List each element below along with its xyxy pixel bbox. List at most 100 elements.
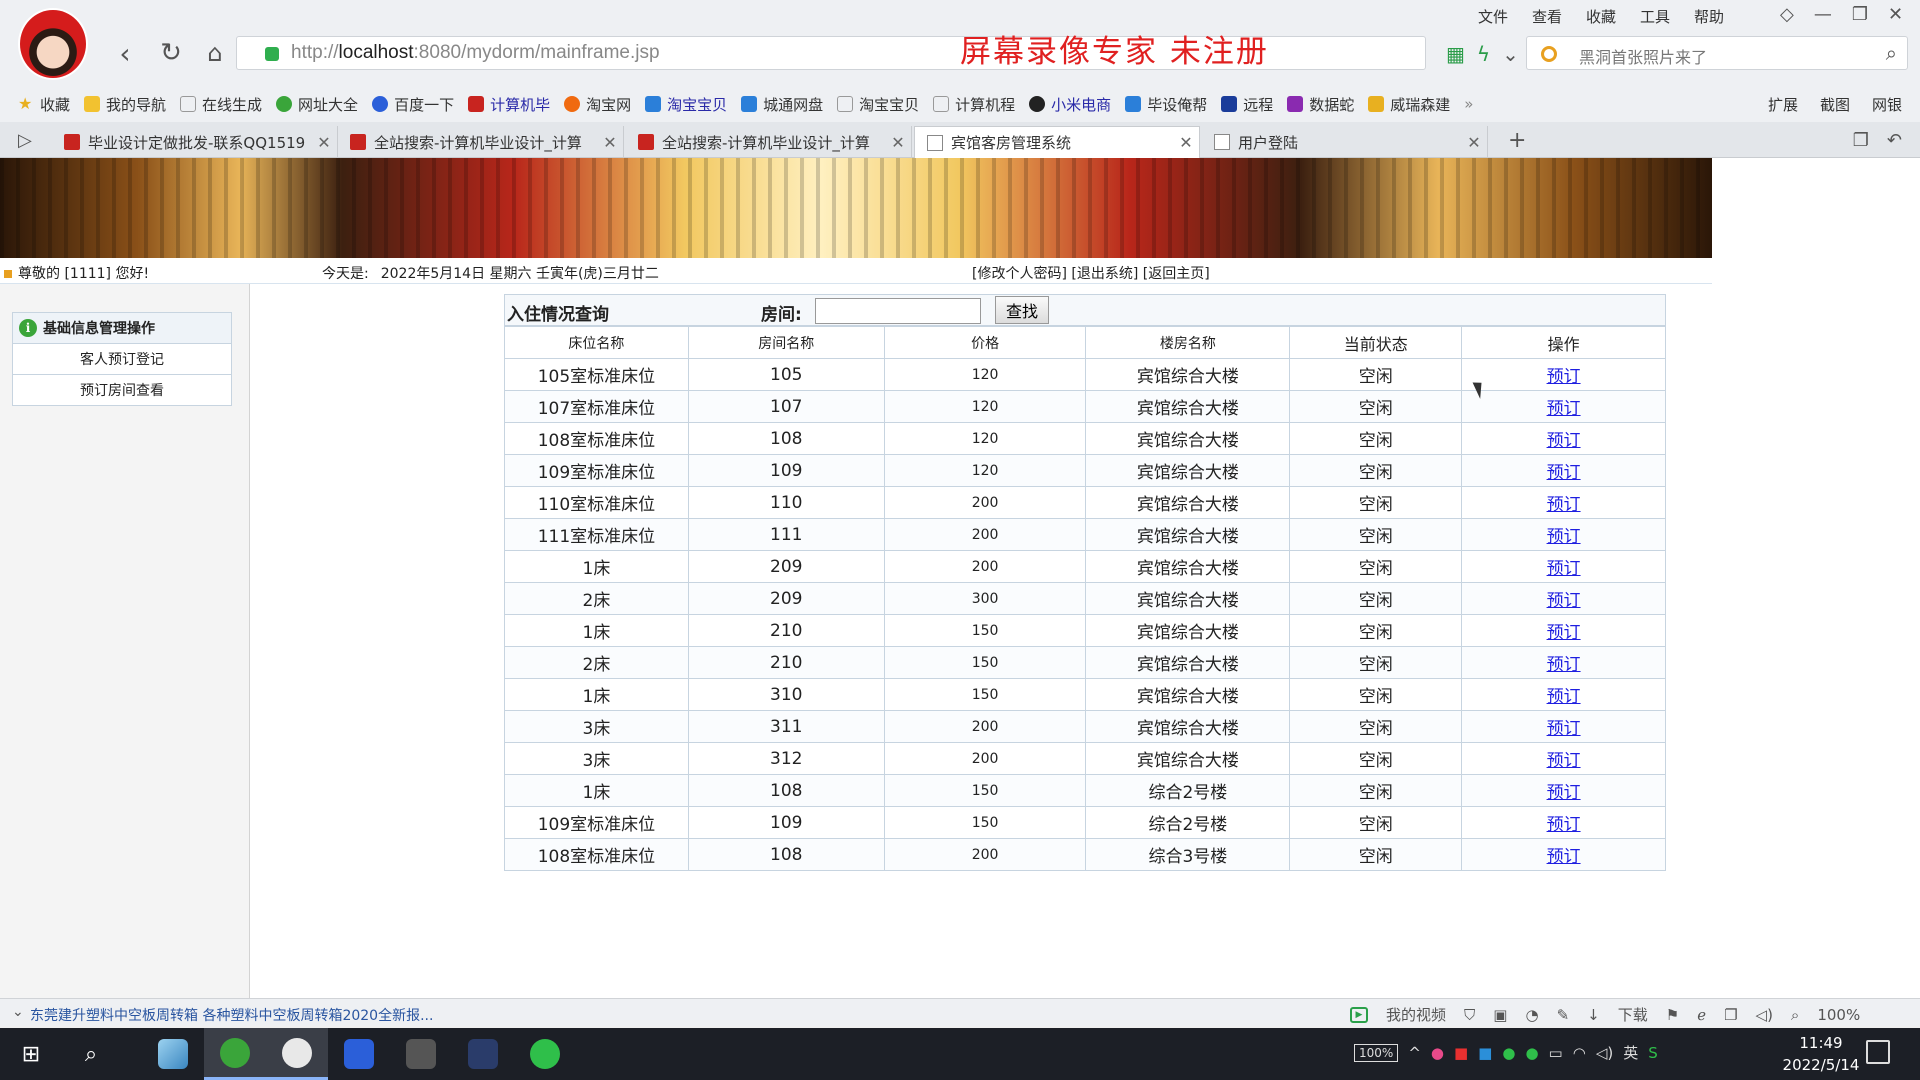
taskbar-app-tools[interactable]: [390, 1028, 452, 1080]
book-cell[interactable]: 预订: [1461, 614, 1666, 647]
extensions-button[interactable]: 扩展: [1768, 94, 1798, 115]
book-cell[interactable]: 预订: [1461, 550, 1666, 583]
search-input[interactable]: 黑洞首张照片来了: [1579, 44, 1707, 68]
refresh-icon[interactable]: ↻: [154, 36, 188, 70]
tab-close-icon[interactable]: ✕: [311, 133, 337, 152]
tab-close-icon[interactable]: ✕: [1173, 133, 1199, 152]
pin-icon[interactable]: ✎: [1557, 1006, 1570, 1024]
window-icon[interactable]: ❐: [1724, 1006, 1737, 1024]
screenshot-button[interactable]: 截图: [1820, 94, 1850, 115]
book-cell[interactable]: 预订: [1461, 518, 1666, 551]
battery-indicator[interactable]: 100%: [1354, 1043, 1399, 1062]
wechat-tray-icon[interactable]: ●: [1502, 1044, 1515, 1062]
clock[interactable]: 11:49 2022/5/14: [1766, 1032, 1876, 1076]
search-button[interactable]: 查找: [995, 296, 1049, 324]
book-link[interactable]: 预订: [1547, 847, 1581, 867]
url-text[interactable]: http://localhost:8080/mydorm/mainframe.j…: [291, 42, 660, 64]
zoom-level[interactable]: 100%: [1817, 1006, 1860, 1024]
bookmark-item[interactable]: 淘宝宝贝: [837, 94, 919, 115]
menu-help[interactable]: 帮助: [1682, 6, 1736, 27]
tab-1[interactable]: 毕业设计定做批发-联系QQ1519 ✕: [52, 126, 338, 158]
search-icon[interactable]: ⌕: [1886, 41, 1897, 65]
book-cell[interactable]: 预订: [1461, 390, 1666, 423]
book-cell[interactable]: 预订: [1461, 646, 1666, 679]
bookmark-item[interactable]: 淘宝网: [564, 94, 631, 115]
input-method[interactable]: 英: [1623, 1042, 1638, 1063]
back-icon[interactable]: ‹: [108, 36, 142, 70]
book-cell[interactable]: 预订: [1461, 582, 1666, 615]
book-cell[interactable]: 预订: [1461, 742, 1666, 775]
close-icon[interactable]: ✕: [1888, 4, 1903, 25]
download-icon[interactable]: ↓: [1587, 1006, 1600, 1024]
qr-icon[interactable]: ▦: [1446, 42, 1465, 66]
room-search-input[interactable]: [815, 298, 981, 324]
maximize-icon[interactable]: ❐: [1852, 4, 1868, 25]
bookmark-item[interactable]: 计算机毕: [468, 94, 550, 115]
book-link[interactable]: 预订: [1547, 719, 1581, 739]
speed-icon[interactable]: ◔: [1525, 1006, 1538, 1024]
ad-link[interactable]: 东莞建升塑料中空板周转箱 各种塑料中空板周转箱2020全新报...: [30, 1005, 433, 1025]
wechat-tray-icon[interactable]: ●: [1525, 1044, 1538, 1062]
book-cell[interactable]: 预订: [1461, 710, 1666, 743]
image-icon[interactable]: ▣: [1493, 1006, 1507, 1024]
bookmark-item[interactable]: 远程: [1221, 94, 1273, 115]
power-icon[interactable]: ▭: [1549, 1044, 1563, 1062]
bookmark-item[interactable]: 小米电商: [1029, 94, 1111, 115]
search-taskbar-button[interactable]: ⌕: [60, 1028, 122, 1080]
tab-4-active[interactable]: 宾馆客房管理系统 ✕: [914, 126, 1200, 158]
banking-button[interactable]: 网银: [1872, 94, 1902, 115]
notification-icon[interactable]: [1866, 1040, 1890, 1064]
account-links[interactable]: [修改个人密码] [退出系统] [返回主页]: [972, 263, 1210, 283]
bookmark-item[interactable]: 数据蛇: [1287, 94, 1354, 115]
home-icon[interactable]: ⌂: [198, 36, 232, 70]
bookmark-item[interactable]: 我的导航: [84, 94, 166, 115]
menu-favorites[interactable]: 收藏: [1574, 6, 1628, 27]
chevron-up-icon[interactable]: ^: [1408, 1044, 1421, 1062]
book-link[interactable]: 预订: [1547, 399, 1581, 419]
book-cell[interactable]: 预订: [1461, 806, 1666, 839]
tab-close-icon[interactable]: ✕: [597, 133, 623, 152]
ime-app-icon[interactable]: S: [1648, 1044, 1658, 1062]
book-link[interactable]: 预订: [1547, 463, 1581, 483]
bookmark-item[interactable]: 计算机程: [933, 94, 1015, 115]
zoom-icon[interactable]: ⌕: [1791, 1006, 1799, 1024]
wifi-icon[interactable]: ◠: [1573, 1044, 1586, 1062]
bookmark-item[interactable]: 网址大全: [276, 94, 358, 115]
book-link[interactable]: 预订: [1547, 367, 1581, 387]
book-link[interactable]: 预订: [1547, 623, 1581, 643]
tray-app-icon[interactable]: ●: [1431, 1044, 1444, 1062]
book-cell[interactable]: 预订: [1461, 358, 1666, 391]
book-link[interactable]: 预订: [1547, 431, 1581, 451]
tab-3[interactable]: 全站搜索-计算机毕业设计_计算 ✕: [626, 126, 912, 158]
skin-icon[interactable]: ◇: [1780, 4, 1794, 25]
book-cell[interactable]: 预订: [1461, 422, 1666, 455]
book-cell[interactable]: 预订: [1461, 678, 1666, 711]
book-link[interactable]: 预订: [1547, 591, 1581, 611]
bookmark-favorites[interactable]: ★ 收藏: [18, 94, 70, 115]
search-box[interactable]: 黑洞首张照片来了 ⌕: [1526, 36, 1908, 70]
tab-close-icon[interactable]: ✕: [1461, 133, 1487, 152]
taskbar-app-browser[interactable]: [204, 1028, 266, 1080]
book-cell[interactable]: 预订: [1461, 486, 1666, 519]
bookmark-item[interactable]: 在线生成: [180, 94, 262, 115]
book-cell[interactable]: 预订: [1461, 454, 1666, 487]
chevron-down-icon[interactable]: ⌄: [12, 1004, 24, 1020]
book-link[interactable]: 预订: [1547, 687, 1581, 707]
menu-file[interactable]: 文件: [1466, 6, 1520, 27]
new-tab-icon[interactable]: +: [1508, 128, 1526, 153]
speaker-icon[interactable]: ◁): [1596, 1044, 1613, 1062]
taskbar-app-wechat[interactable]: [514, 1028, 576, 1080]
download-button[interactable]: 下载: [1618, 1004, 1648, 1025]
taskbar-app-editor[interactable]: [452, 1028, 514, 1080]
bookmark-item[interactable]: 毕设俺帮: [1125, 94, 1207, 115]
book-link[interactable]: 预订: [1547, 527, 1581, 547]
sidebar-item-guest-booking[interactable]: 客人预订登记: [12, 344, 232, 375]
book-link[interactable]: 预订: [1547, 559, 1581, 579]
minimize-icon[interactable]: —: [1814, 4, 1832, 25]
book-cell[interactable]: 预订: [1461, 838, 1666, 871]
menu-view[interactable]: 查看: [1520, 6, 1574, 27]
tab-2[interactable]: 全站搜索-计算机毕业设计_计算 ✕: [338, 126, 624, 158]
shield-icon[interactable]: ⛉: [1464, 1006, 1475, 1024]
sidebar-toggle-icon[interactable]: ▷: [18, 130, 32, 151]
volume-icon[interactable]: ◁): [1756, 1006, 1773, 1024]
